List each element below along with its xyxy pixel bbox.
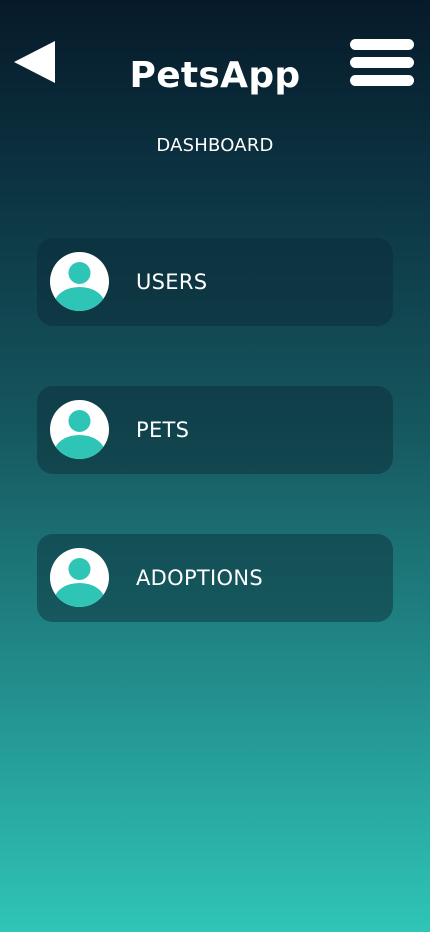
pets-card-label: PETS <box>136 418 190 442</box>
pets-card[interactable]: PETS <box>37 386 393 474</box>
user-avatar-icon <box>50 252 109 311</box>
adoptions-card[interactable]: ADOPTIONS <box>37 534 393 622</box>
page-subtitle: DASHBOARD <box>156 135 274 156</box>
users-card[interactable]: USERS <box>37 238 393 326</box>
user-avatar-icon <box>50 400 109 459</box>
user-avatar-icon <box>50 548 109 607</box>
users-card-label: USERS <box>136 270 208 294</box>
menu-button[interactable] <box>350 38 414 88</box>
adoptions-card-label: ADOPTIONS <box>136 566 264 590</box>
